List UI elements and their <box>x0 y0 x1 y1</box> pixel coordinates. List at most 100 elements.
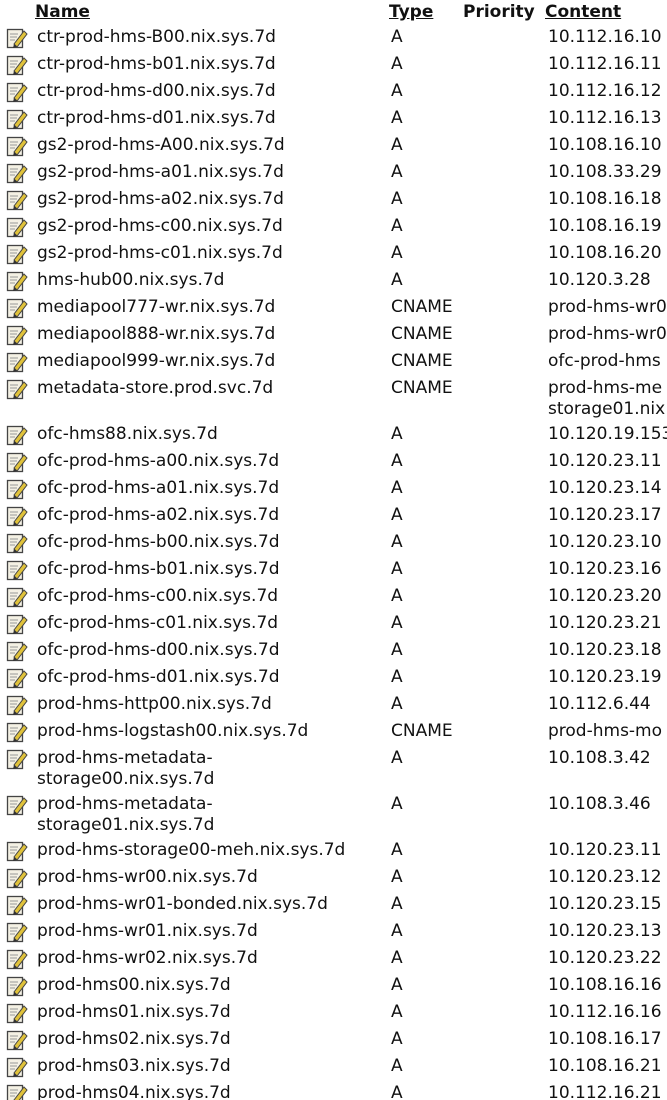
record-content-text: 10.108.16.16 <box>548 975 662 995</box>
edit-record-icon[interactable] <box>6 748 28 770</box>
type-column-header[interactable]: Type <box>389 1 433 23</box>
record-name-text: prod-hms-metadata- <box>37 748 213 768</box>
record-name-text: prod-hms01.nix.sys.7d <box>37 1002 231 1022</box>
edit-record-icon[interactable] <box>6 586 28 608</box>
edit-record-icon[interactable] <box>6 975 28 997</box>
record-content-text: 10.120.23.15 <box>548 894 662 914</box>
edit-record-icon[interactable] <box>6 794 28 816</box>
record-content-text: 10.120.23.18 <box>548 640 662 660</box>
table-row: gs2-prod-hms-c00.nix.sys.7d A 10.108.16.19 <box>0 214 667 241</box>
edit-record-icon[interactable] <box>6 297 28 319</box>
table-row: ofc-prod-hms-d01.nix.sys.7d A 10.120.23.19 <box>0 665 667 692</box>
record-name-text: ofc-prod-hms-b00.nix.sys.7d <box>37 532 280 552</box>
table-row: ofc-prod-hms-b00.nix.sys.7d A 10.120.23.10 <box>0 530 667 557</box>
table-row: prod-hms01.nix.sys.7d A 10.112.16.16 <box>0 1000 667 1027</box>
record-content-text: 10.120.23.12 <box>548 867 662 887</box>
record-name: ofc-prod-hms-d01.nix.sys.7d <box>37 667 377 688</box>
record-name-text: ofc-prod-hms-d00.nix.sys.7d <box>37 640 280 660</box>
edit-record-icon[interactable] <box>6 613 28 635</box>
record-type: A <box>391 921 403 941</box>
edit-record-icon[interactable] <box>6 532 28 554</box>
edit-record-icon[interactable] <box>6 54 28 76</box>
edit-record-icon[interactable] <box>6 840 28 862</box>
record-name: gs2-prod-hms-c00.nix.sys.7d <box>37 216 377 237</box>
edit-record-icon[interactable] <box>6 424 28 446</box>
record-content-text: 10.120.23.11 <box>548 840 662 860</box>
table-row: prod-hms04.nix.sys.7d A 10.112.16.21 <box>0 1081 667 1100</box>
record-name: ctr-prod-hms-b01.nix.sys.7d <box>37 54 377 75</box>
edit-record-icon[interactable] <box>6 867 28 889</box>
edit-record-icon[interactable] <box>6 948 28 970</box>
edit-record-icon[interactable] <box>6 378 28 400</box>
edit-record-icon[interactable] <box>6 108 28 130</box>
name-column-header[interactable]: Name <box>35 1 90 23</box>
table-row: prod-hms-http00.nix.sys.7d A 10.112.6.44 <box>0 692 667 719</box>
record-content-text: 10.120.23.22 <box>548 948 662 968</box>
record-name-text: prod-hms-wr02.nix.sys.7d <box>37 948 258 968</box>
edit-record-icon[interactable] <box>6 243 28 265</box>
edit-record-icon[interactable] <box>6 162 28 184</box>
edit-record-icon[interactable] <box>6 640 28 662</box>
edit-record-icon[interactable] <box>6 81 28 103</box>
edit-record-icon[interactable] <box>6 694 28 716</box>
edit-record-icon[interactable] <box>6 721 28 743</box>
record-name-text: ofc-prod-hms-b01.nix.sys.7d <box>37 559 280 579</box>
record-content-text: 10.120.23.13 <box>548 921 662 941</box>
record-name: metadata-store.prod.svc.7d <box>37 378 377 399</box>
record-name: ctr-prod-hms-d00.nix.sys.7d <box>37 81 377 102</box>
record-type: A <box>391 748 403 768</box>
record-name-text: prod-hms-storage00-meh.nix.sys.7d <box>37 840 346 860</box>
record-name-text: prod-hms-logstash00.nix.sys.7d <box>37 721 309 741</box>
record-name-text: prod-hms02.nix.sys.7d <box>37 1029 231 1049</box>
edit-record-icon[interactable] <box>6 351 28 373</box>
record-name: prod-hms00.nix.sys.7d <box>37 975 377 996</box>
record-name: prod-hms03.nix.sys.7d <box>37 1056 377 1077</box>
record-name-text: mediapool888-wr.nix.sys.7d <box>37 324 276 344</box>
edit-record-icon[interactable] <box>6 894 28 916</box>
content-column-header[interactable]: Content <box>545 1 621 23</box>
edit-record-icon[interactable] <box>6 478 28 500</box>
edit-record-icon[interactable] <box>6 451 28 473</box>
table-row: ofc-prod-hms-d00.nix.sys.7d A 10.120.23.18 <box>0 638 667 665</box>
record-type: A <box>391 243 403 263</box>
record-type: A <box>391 162 403 182</box>
record-content-text: 10.120.23.20 <box>548 586 662 606</box>
edit-record-icon[interactable] <box>6 505 28 527</box>
record-type: A <box>391 81 403 101</box>
edit-record-icon[interactable] <box>6 921 28 943</box>
record-content-text: 10.120.3.28 <box>548 270 651 290</box>
edit-record-icon[interactable] <box>6 1083 28 1100</box>
edit-record-icon[interactable] <box>6 324 28 346</box>
edit-record-icon[interactable] <box>6 135 28 157</box>
edit-record-icon[interactable] <box>6 216 28 238</box>
edit-record-icon[interactable] <box>6 1002 28 1024</box>
edit-record-icon[interactable] <box>6 1029 28 1051</box>
record-type: A <box>391 189 403 209</box>
edit-record-icon[interactable] <box>6 667 28 689</box>
edit-record-icon[interactable] <box>6 189 28 211</box>
record-name: prod-hms-logstash00.nix.sys.7d <box>37 721 377 742</box>
record-type: CNAME <box>391 297 453 317</box>
edit-record-icon[interactable] <box>6 270 28 292</box>
record-content-text: prod-hms-mo <box>548 721 663 741</box>
record-name: ofc-prod-hms-a00.nix.sys.7d <box>37 451 377 472</box>
table-row: gs2-prod-hms-A00.nix.sys.7d A 10.108.16.10 <box>0 133 667 160</box>
table-row: gs2-prod-hms-c01.nix.sys.7d A 10.108.16.20 <box>0 241 667 268</box>
record-name-text: ctr-prod-hms-d00.nix.sys.7d <box>37 81 276 101</box>
record-name: ofc-prod-hms-c00.nix.sys.7d <box>37 586 377 607</box>
record-type: A <box>391 1083 403 1100</box>
record-content-text: 10.108.16.21 <box>548 1056 662 1076</box>
record-name-text: ofc-prod-hms-a02.nix.sys.7d <box>37 505 280 525</box>
edit-record-icon[interactable] <box>6 27 28 49</box>
record-type: A <box>391 975 403 995</box>
record-type: A <box>391 1002 403 1022</box>
table-row: prod-hms-wr01-bonded.nix.sys.7d A 10.120.2… <box>0 892 667 919</box>
table-row: prod-hms-wr00.nix.sys.7d A 10.120.23.12 <box>0 865 667 892</box>
table-row: prod-hms-wr02.nix.sys.7d A 10.120.23.22 <box>0 946 667 973</box>
record-name-text: mediapool999-wr.nix.sys.7d <box>37 351 276 371</box>
edit-record-icon[interactable] <box>6 559 28 581</box>
edit-record-icon[interactable] <box>6 1056 28 1078</box>
record-name-text: prod-hms-wr01.nix.sys.7d <box>37 921 258 941</box>
record-name: prod-hms-metadata-storage01.nix.sys.7d <box>37 794 377 836</box>
record-name: mediapool777-wr.nix.sys.7d <box>37 297 377 318</box>
